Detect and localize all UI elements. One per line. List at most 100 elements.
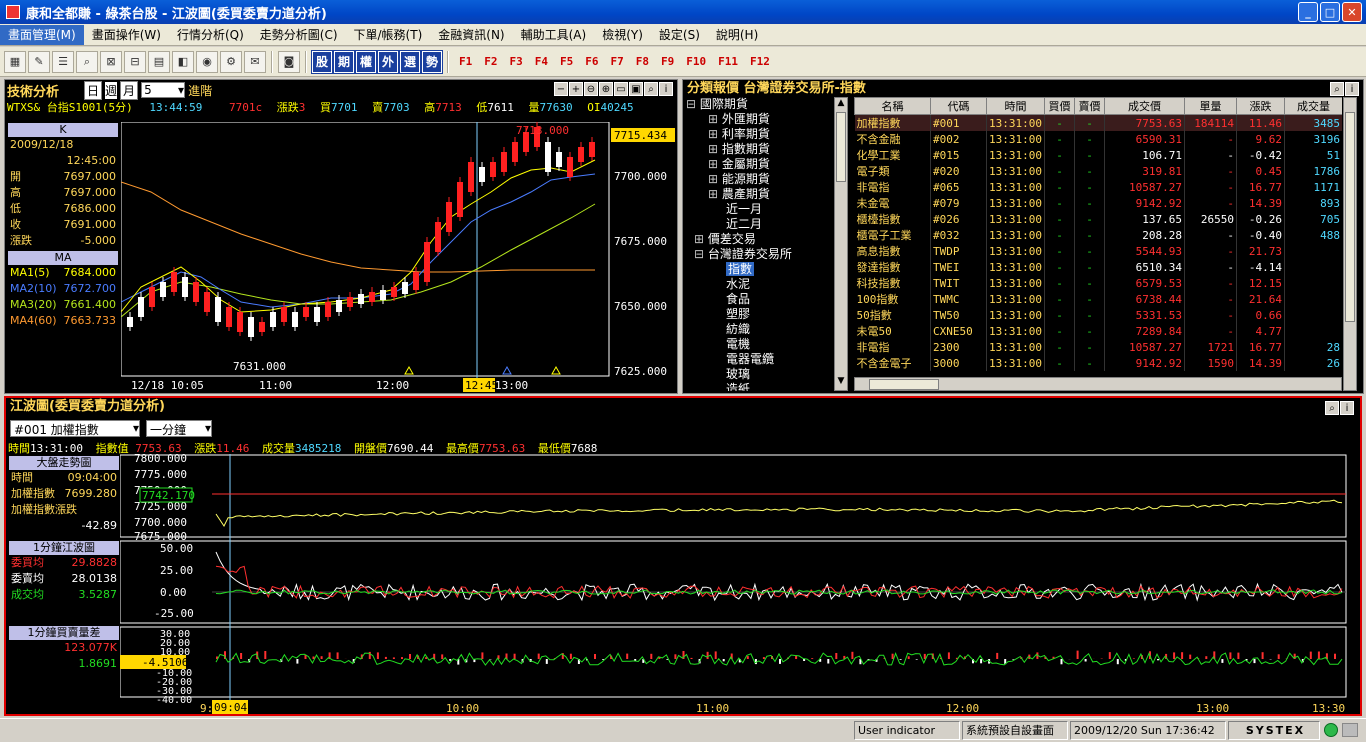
info-icon[interactable]: i [659,82,673,96]
tree-node[interactable]: 近一月 [686,202,832,217]
f7-key[interactable]: F7 [606,55,629,68]
list-icon[interactable]: ☰ [52,50,74,73]
count-select[interactable]: 5 ▾ [141,82,186,98]
scroll-thumb[interactable] [869,379,939,390]
scroll-up-icon[interactable]: ▲ [835,98,847,112]
menu-item[interactable]: 走勢分析圖(C) [252,25,346,45]
tree-node[interactable]: 食品 [686,292,832,307]
print-icon[interactable]: ▭ [614,82,628,96]
tree-node[interactable]: 水泥 [686,277,832,292]
col-header[interactable]: 成交價 [1104,97,1185,115]
advanced-link[interactable]: 進階 [188,82,212,99]
f8-key[interactable]: F8 [631,55,654,68]
period-month[interactable]: 月 [120,80,139,100]
menu-item[interactable]: 下單/帳務(T) [346,25,431,45]
f2-key[interactable]: F2 [479,55,502,68]
search-icon[interactable]: ⌕ [644,82,658,96]
trend-button[interactable]: 勢 [421,49,443,74]
stock-button[interactable]: 股 [311,49,333,74]
col-header[interactable]: 成交量 [1284,97,1342,115]
tree-node[interactable]: ⊞ 外匯期貨 [686,112,832,127]
table-row[interactable]: 電子類 #020 13:31:00- -319.81-0.45 1786 [854,163,1342,179]
zoom-in-icon[interactable]: ⊕ [599,82,613,96]
f10-key[interactable]: F10 [681,55,711,68]
mail-icon[interactable]: ✉ [244,50,266,73]
tree-node[interactable]: ⊞ 價差交易 [686,232,832,247]
settings-icon[interactable]: ⚙ [220,50,242,73]
table-row[interactable]: 加權指數 #001 13:31:00- -7753.63 184114 11.46 3485 [854,114,1342,131]
tree-node[interactable]: ⊞ 農產期貨 [686,187,832,202]
f3-key[interactable]: F3 [505,55,528,68]
interval-select[interactable]: 一分鐘 ▾ [146,420,212,437]
tree-scrollbar[interactable]: ▲ ▼ [834,97,848,391]
tree-node[interactable]: 塑膠 [686,307,832,322]
tree-node[interactable]: 指數 [686,262,832,277]
menu-item[interactable]: 畫面管理(M) [0,24,84,45]
options-button[interactable]: 權 [355,49,377,74]
col-header[interactable]: 買價 [1044,97,1075,115]
tree-node[interactable]: 玻璃 [686,367,832,382]
f6-key[interactable]: F6 [580,55,603,68]
wave-chart[interactable]: 7800.000 7775.000 7750.000 7725.000 7700… [120,454,1360,716]
tree-node[interactable]: 造紙 [686,382,832,391]
close-window-icon[interactable]: ⊠ [100,50,122,73]
period-week[interactable]: 週 [105,81,118,99]
table-row[interactable]: 發達指數 TWEI 13:31:00- -6510.34- -4.14 [854,259,1342,275]
col-header[interactable]: 漲跌 [1236,97,1285,115]
f9-key[interactable]: F9 [656,55,679,68]
menu-item[interactable]: 金融資訊(N) [430,25,512,45]
table-row[interactable]: 非電指 #065 13:31:00- -10587.27-16.77 1171 [854,179,1342,195]
search-icon[interactable]: ⌕ [1325,401,1339,415]
table-hscrollbar[interactable] [854,377,1342,391]
table-row[interactable]: 不含金融 #002 13:31:00- -6590.31-9.62 3196 [854,131,1342,147]
tree-node[interactable]: ⊞ 金屬期貨 [686,157,832,172]
foreign-button[interactable]: 外 [377,49,399,74]
close-button[interactable]: ✕ [1342,2,1362,22]
table-row[interactable]: 化學工業 #015 13:31:00- -106.71- -0.42 51 [854,147,1342,163]
period-day[interactable]: 日 [84,80,103,100]
tree-node[interactable]: ⊟ 國際期貨 [686,97,832,112]
futures-button[interactable]: 期 [333,49,355,74]
col-header[interactable]: 名稱 [854,97,931,115]
f1-key[interactable]: F1 [454,55,477,68]
candlestick-chart[interactable]: 7713.000 7631.000 7715.434 7700.000 7675… [121,122,677,392]
col-header[interactable]: 賣價 [1074,97,1105,115]
symbol-select[interactable]: #001 加權指數 ▾ [10,420,140,437]
tree-node[interactable]: 電器電纜 [686,352,832,367]
layout-icon[interactable]: ▦ [4,50,26,73]
menu-item[interactable]: 輔助工具(A) [513,25,595,45]
monitor-icon[interactable]: ◙ [278,50,300,73]
table-vscrollbar[interactable] [1343,97,1357,391]
info-icon[interactable]: i [1340,401,1354,415]
info-icon[interactable]: i [1345,82,1359,96]
tree-node[interactable]: ⊞ 利率期貨 [686,127,832,142]
f4-key[interactable]: F4 [530,55,553,68]
table-row[interactable]: 未金電 #079 13:31:00- -9142.92-14.39 893 [854,195,1342,211]
calc-icon[interactable]: ⊟ [124,50,146,73]
pen-icon[interactable]: ✎ [28,50,50,73]
resize-grip-icon[interactable] [1342,723,1358,737]
menu-item[interactable]: 檢視(Y) [594,25,651,45]
tree-node[interactable]: ⊟ 台灣證券交易所 [686,247,832,262]
zoom-out-icon[interactable]: ⊖ [584,82,598,96]
menu-item[interactable]: 說明(H) [708,25,766,45]
f5-key[interactable]: F5 [555,55,578,68]
minus-icon[interactable]: − [554,82,568,96]
scroll-down-icon[interactable]: ▼ [835,376,847,390]
table-row[interactable]: 100指數 TWMC 13:31:00- -6738.44-21.64 [854,291,1342,307]
table-row[interactable]: 櫃檯指數 #026 13:31:00- -137.65 26550 -0.26 705 [854,211,1342,227]
coin-icon[interactable]: ◉ [196,50,218,73]
menu-item[interactable]: 行情分析(Q) [169,25,252,45]
f12-key[interactable]: F12 [745,55,775,68]
col-header[interactable]: 代碼 [930,97,987,115]
search-icon[interactable]: ⌕ [1330,82,1344,96]
save-icon[interactable]: ▣ [629,82,643,96]
select-button[interactable]: 選 [399,49,421,74]
minimize-button[interactable]: _ [1298,2,1318,22]
plus-icon[interactable]: + [569,82,583,96]
col-header[interactable]: 時間 [986,97,1045,115]
table-row[interactable]: 櫃電子工業 #032 13:31:00- -208.28- -0.40 488 [854,227,1342,243]
scroll-thumb[interactable] [1345,112,1355,322]
tree-node[interactable]: ⊞ 指數期貨 [686,142,832,157]
tree-node[interactable]: 紡織 [686,322,832,337]
